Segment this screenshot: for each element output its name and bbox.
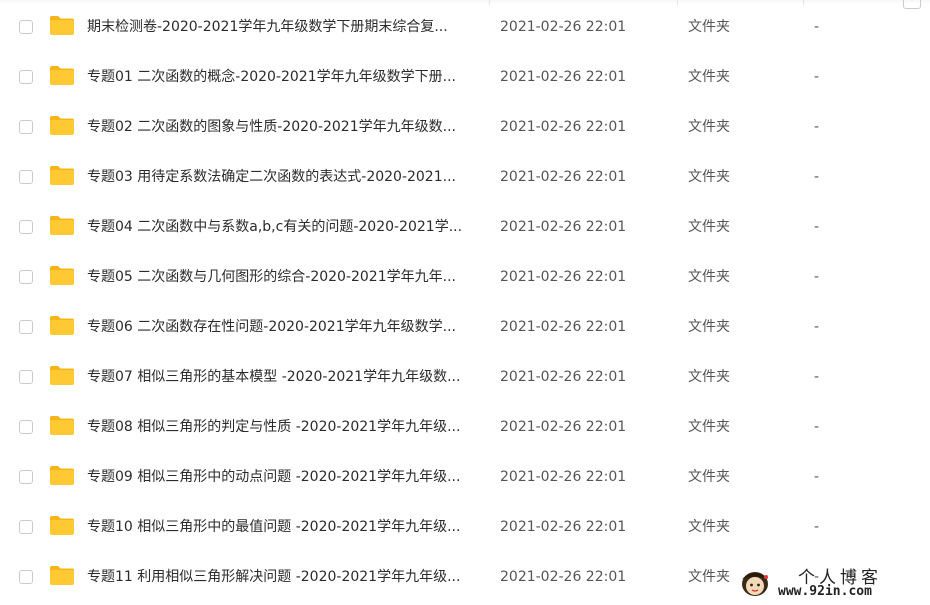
- file-row[interactable]: 专题09 相似三角形中的动点问题 -2020-2021学年九年级... 2021…: [0, 455, 930, 505]
- row-checkbox[interactable]: [19, 170, 33, 184]
- folder-icon: [50, 216, 74, 235]
- file-type: 文件夹: [688, 469, 730, 485]
- file-row[interactable]: 期末检测卷-2020-2021学年九年级数学下册期末综合复... 2021-02…: [0, 5, 930, 55]
- file-row[interactable]: 专题05 二次函数与几何图形的综合-2020-2021学年九年... 2021-…: [0, 255, 930, 305]
- file-size: -: [814, 69, 820, 85]
- file-size: -: [814, 419, 820, 435]
- file-row[interactable]: 专题04 二次函数中与系数a,b,c有关的问题-2020-2021学... 20…: [0, 205, 930, 255]
- row-checkbox[interactable]: [19, 570, 33, 584]
- folder-icon: [50, 16, 74, 35]
- file-size: -: [814, 469, 820, 485]
- file-row[interactable]: 专题10 相似三角形中的最值问题 -2020-2021学年九年级... 2021…: [0, 505, 930, 555]
- file-date: 2021-02-26 22:01: [500, 169, 627, 185]
- file-size: -: [814, 269, 820, 285]
- file-date: 2021-02-26 22:01: [500, 69, 627, 85]
- folder-icon: [50, 166, 74, 185]
- folder-icon: [50, 366, 74, 385]
- file-row[interactable]: 专题01 二次函数的概念-2020-2021学年九年级数学下册... 2021-…: [0, 55, 930, 105]
- file-name[interactable]: 专题01 二次函数的概念-2020-2021学年九年级数学下册...: [87, 67, 479, 87]
- file-name[interactable]: 专题09 相似三角形中的动点问题 -2020-2021学年九年级...: [87, 467, 479, 487]
- file-type: 文件夹: [688, 169, 730, 185]
- file-name[interactable]: 专题03 用待定系数法确定二次函数的表达式-2020-2021...: [87, 167, 479, 187]
- file-name[interactable]: 专题04 二次函数中与系数a,b,c有关的问题-2020-2021学...: [87, 217, 479, 237]
- file-size: -: [814, 519, 820, 535]
- watermark-url: www.92in.com: [778, 584, 872, 599]
- file-name[interactable]: 专题06 二次函数存在性问题-2020-2021学年九年级数学...: [87, 317, 479, 337]
- file-row[interactable]: 专题07 相似三角形的基本模型 -2020-2021学年九年级数... 2021…: [0, 355, 930, 405]
- file-size: -: [814, 119, 820, 135]
- file-type: 文件夹: [688, 419, 730, 435]
- folder-icon: [50, 566, 74, 585]
- file-date: 2021-02-26 22:01: [500, 269, 627, 285]
- row-checkbox[interactable]: [19, 470, 33, 484]
- file-name[interactable]: 期末检测卷-2020-2021学年九年级数学下册期末综合复...: [87, 17, 479, 37]
- file-type: 文件夹: [688, 219, 730, 235]
- row-checkbox[interactable]: [19, 520, 33, 534]
- file-date: 2021-02-26 22:01: [500, 369, 627, 385]
- file-type: 文件夹: [688, 519, 730, 535]
- row-checkbox[interactable]: [19, 20, 33, 34]
- file-name[interactable]: 专题08 相似三角形的判定与性质 -2020-2021学年九年级...: [87, 417, 479, 437]
- file-date: 2021-02-26 22:01: [500, 469, 627, 485]
- file-name[interactable]: 专题10 相似三角形中的最值问题 -2020-2021学年九年级...: [87, 517, 479, 537]
- row-checkbox[interactable]: [19, 320, 33, 334]
- file-date: 2021-02-26 22:01: [500, 219, 627, 235]
- file-size: -: [814, 169, 820, 185]
- row-checkbox[interactable]: [19, 270, 33, 284]
- file-type: 文件夹: [688, 119, 730, 135]
- folder-icon: [50, 466, 74, 485]
- file-size: -: [814, 219, 820, 235]
- file-name[interactable]: 专题07 相似三角形的基本模型 -2020-2021学年九年级数...: [87, 367, 479, 387]
- file-size: -: [814, 319, 820, 335]
- file-date: 2021-02-26 22:01: [500, 319, 627, 335]
- file-type: 文件夹: [688, 369, 730, 385]
- file-type: 文件夹: [688, 569, 730, 585]
- row-checkbox[interactable]: [19, 120, 33, 134]
- file-date: 2021-02-26 22:01: [500, 519, 627, 535]
- folder-icon: [50, 116, 74, 135]
- file-date: 2021-02-26 22:01: [500, 569, 627, 585]
- folder-icon: [50, 266, 74, 285]
- file-name[interactable]: 专题05 二次函数与几何图形的综合-2020-2021学年九年...: [87, 267, 479, 287]
- file-row[interactable]: 专题03 用待定系数法确定二次函数的表达式-2020-2021... 2021-…: [0, 155, 930, 205]
- row-checkbox[interactable]: [19, 370, 33, 384]
- folder-icon: [50, 66, 74, 85]
- avatar-logo-icon: [742, 572, 768, 596]
- folder-icon: [50, 516, 74, 535]
- file-type: 文件夹: [688, 269, 730, 285]
- file-row[interactable]: 专题02 二次函数的图象与性质-2020-2021学年九年级数... 2021-…: [0, 105, 930, 155]
- folder-icon: [50, 416, 74, 435]
- file-size: -: [814, 369, 820, 385]
- file-date: 2021-02-26 22:01: [500, 419, 627, 435]
- row-checkbox[interactable]: [19, 220, 33, 234]
- folder-icon: [50, 316, 74, 335]
- watermark: 个人博客 www.92in.com: [738, 563, 928, 603]
- file-type: 文件夹: [688, 319, 730, 335]
- file-date: 2021-02-26 22:01: [500, 119, 627, 135]
- file-name[interactable]: 专题11 利用相似三角形解决问题 -2020-2021学年九年级...: [87, 567, 479, 587]
- file-type: 文件夹: [688, 19, 730, 35]
- row-checkbox[interactable]: [19, 70, 33, 84]
- header-shadow: [0, 0, 930, 4]
- file-date: 2021-02-26 22:01: [500, 19, 627, 35]
- file-row[interactable]: 专题06 二次函数存在性问题-2020-2021学年九年级数学... 2021-…: [0, 305, 930, 355]
- file-name[interactable]: 专题02 二次函数的图象与性质-2020-2021学年九年级数...: [87, 117, 479, 137]
- file-row[interactable]: 专题08 相似三角形的判定与性质 -2020-2021学年九年级... 2021…: [0, 405, 930, 455]
- file-size: -: [814, 19, 820, 35]
- row-checkbox[interactable]: [19, 420, 33, 434]
- file-type: 文件夹: [688, 69, 730, 85]
